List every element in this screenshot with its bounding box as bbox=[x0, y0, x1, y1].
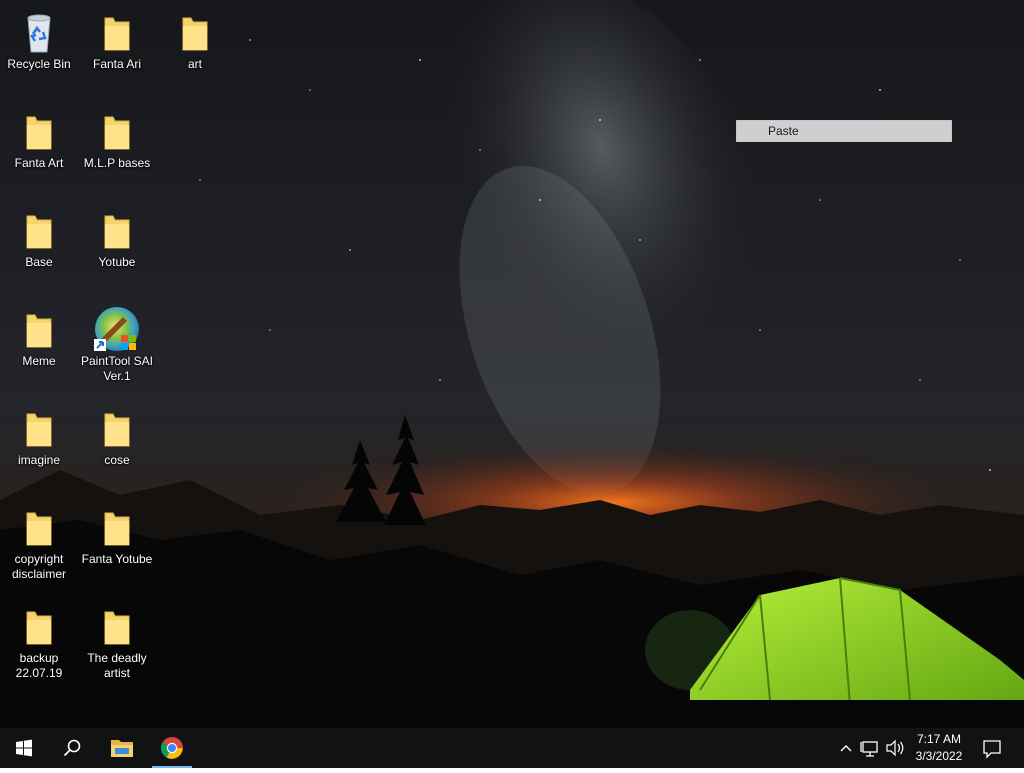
action-center-icon bbox=[983, 740, 1001, 759]
network-status[interactable] bbox=[860, 728, 882, 768]
recycle-bin-icon bbox=[15, 8, 63, 56]
desktop-icon-label: Fanta Art bbox=[14, 156, 64, 170]
desktop-icon-label: M.L.P bases bbox=[83, 156, 151, 170]
desktop-icon-folder[interactable]: copyright disclaimer bbox=[0, 503, 78, 582]
desktop-icon-label: art bbox=[187, 57, 202, 71]
show-hidden-icons[interactable] bbox=[836, 728, 856, 768]
network-icon bbox=[860, 741, 878, 757]
desktop-icon-folder[interactable]: art bbox=[156, 8, 234, 72]
desktop-icon-label: imagine bbox=[17, 453, 61, 467]
folder-icon bbox=[171, 8, 219, 56]
painttool-sai-icon bbox=[93, 305, 141, 353]
desktop-icon-folder[interactable]: M.L.P bases bbox=[78, 107, 156, 171]
desktop-icon-recycle-bin[interactable]: Recycle Bin bbox=[0, 8, 78, 72]
desktop-icon-folder[interactable]: cose bbox=[78, 404, 156, 468]
desktop[interactable]: Recycle Bin Fanta Ari art Fanta Art M.L.… bbox=[0, 0, 1024, 728]
desktop-icon-folder[interactable]: The deadly artist bbox=[78, 602, 156, 681]
taskbar-file-explorer[interactable] bbox=[98, 728, 146, 768]
action-center-button[interactable] bbox=[980, 728, 1004, 768]
desktop-icon-label: Meme bbox=[22, 354, 56, 368]
folder-icon bbox=[93, 206, 141, 254]
volume-control[interactable] bbox=[884, 728, 906, 768]
windows-logo-icon bbox=[16, 739, 32, 757]
desktop-icon-label: Recycle Bin bbox=[7, 57, 71, 71]
folder-icon bbox=[93, 107, 141, 155]
desktop-icon-label: backup 22.07.19 bbox=[15, 651, 63, 680]
chevron-up-icon bbox=[840, 745, 852, 752]
context-menu-item-paste[interactable]: Paste bbox=[737, 121, 951, 141]
desktop-icon-folder[interactable]: imagine bbox=[0, 404, 78, 468]
start-button[interactable] bbox=[0, 728, 48, 768]
chrome-icon bbox=[161, 737, 183, 759]
desktop-icon-folder[interactable]: Fanta Art bbox=[0, 107, 78, 171]
volume-icon bbox=[886, 739, 904, 757]
taskbar: 7:17 AM 3/3/2022 bbox=[0, 728, 1024, 768]
folder-icon bbox=[93, 8, 141, 56]
desktop-icon-folder[interactable]: Yotube bbox=[78, 206, 156, 270]
file-explorer-icon bbox=[111, 740, 133, 757]
desktop-icon-label: PaintTool SAI Ver.1 bbox=[80, 354, 154, 383]
desktop-icon-folder[interactable]: Fanta Ari bbox=[78, 8, 156, 72]
desktop-icon-label: Yotube bbox=[98, 255, 136, 269]
folder-icon bbox=[93, 503, 141, 551]
desktop-icon-label: cose bbox=[104, 453, 130, 467]
desktop-icon-label: Fanta Ari bbox=[92, 57, 142, 71]
desktop-icon-folder[interactable]: Base bbox=[0, 206, 78, 270]
desktop-icon-label: The deadly artist bbox=[87, 651, 147, 680]
folder-icon bbox=[15, 305, 63, 353]
desktop-icon-label: Base bbox=[25, 255, 53, 269]
clock-time: 7:17 AM bbox=[916, 732, 962, 746]
clock[interactable]: 7:17 AM 3/3/2022 bbox=[904, 731, 974, 765]
desktop-icon-folder[interactable]: Meme bbox=[0, 305, 78, 369]
desktop-icon-label: Fanta Yotube bbox=[81, 552, 153, 566]
desktop-icon-folder[interactable]: Fanta Yotube bbox=[78, 503, 156, 567]
search-button[interactable] bbox=[48, 728, 96, 768]
folder-icon bbox=[15, 602, 63, 650]
folder-icon bbox=[15, 503, 63, 551]
clock-date: 3/3/2022 bbox=[915, 749, 963, 763]
context-menu: Paste bbox=[736, 120, 952, 142]
desktop-icon-painttool-sai[interactable]: PaintTool SAI Ver.1 bbox=[78, 305, 156, 384]
folder-icon bbox=[93, 602, 141, 650]
taskbar-chrome[interactable] bbox=[148, 728, 196, 768]
folder-icon bbox=[15, 107, 63, 155]
search-icon bbox=[63, 739, 81, 757]
desktop-icon-label: copyright disclaimer bbox=[11, 552, 66, 581]
folder-icon bbox=[15, 206, 63, 254]
desktop-icon-folder[interactable]: backup 22.07.19 bbox=[0, 602, 78, 681]
folder-icon bbox=[93, 404, 141, 452]
folder-icon bbox=[15, 404, 63, 452]
